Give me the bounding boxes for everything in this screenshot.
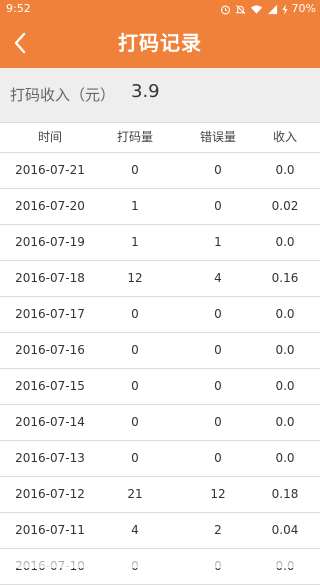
wifi-icon	[250, 5, 262, 14]
cell-date: 2016-07-13	[15, 451, 85, 465]
table-row: 2016-07-11 4 2 0.04	[0, 513, 320, 549]
cellular-signal-icon	[267, 4, 277, 14]
cell-errors: 2	[214, 523, 222, 537]
cell-income: 0.0	[275, 235, 295, 249]
cell-errors: 0	[214, 343, 222, 357]
page-title: 打码记录	[118, 31, 202, 55]
cell-errors: 0	[214, 379, 222, 393]
cell-errors: 0	[214, 199, 222, 213]
status-time: 9:52	[6, 2, 31, 15]
cell-income: 0.18	[271, 487, 299, 501]
cell-date: 2016-07-17	[15, 307, 85, 321]
cell-date: 2016-07-21	[15, 163, 85, 177]
table-row: 2016-07-21 0 0 0.0	[0, 153, 320, 189]
cell-date: 2016-07-11	[15, 523, 85, 537]
column-header-errors: 错误量	[199, 130, 236, 144]
income-summary: 打码收入（元） 3.9	[0, 68, 320, 123]
column-header-income: 收入	[272, 130, 297, 144]
status-bar: 9:52 70%	[0, 0, 320, 18]
status-icons: 70%	[220, 3, 316, 15]
cell-errors: 1	[214, 235, 222, 249]
cell-count: 21	[127, 487, 143, 501]
charging-icon	[282, 3, 288, 15]
cell-errors: 0	[214, 415, 222, 429]
cell-errors: 0	[214, 163, 222, 177]
cell-date: 2016-07-14	[15, 415, 85, 429]
cell-income: 0.0	[275, 307, 295, 321]
table-row: 2016-07-20 1 0 0.02	[0, 189, 320, 225]
table-row: 2016-07-12 21 12 0.18	[0, 477, 320, 513]
table-row: 2016-07-18 12 4 0.16	[0, 261, 320, 297]
cell-count: 0	[131, 415, 139, 429]
cell-income: 0.0	[275, 379, 295, 393]
cell-income: 0.02	[271, 199, 299, 213]
cell-count: 0	[131, 343, 139, 357]
mute-icon	[235, 4, 245, 14]
table-row: 2016-07-19 1 1 0.0	[0, 225, 320, 261]
cell-count: 0	[131, 307, 139, 321]
cell-date: 2016-07-19	[15, 235, 85, 249]
cell-count: 1	[131, 199, 139, 213]
cell-count: 4	[131, 523, 139, 537]
app-bar: 打码记录	[0, 18, 320, 68]
cell-errors: 4	[214, 271, 222, 285]
cell-income: 0.0	[275, 343, 295, 357]
cell-count: 0	[131, 163, 139, 177]
cell-income: 0.0	[275, 415, 295, 429]
cell-income: 0.04	[271, 523, 299, 537]
scroll-fade	[0, 548, 320, 568]
income-value: 3.9	[131, 81, 160, 102]
table-header: 时间 打码量 错误量 收入	[0, 122, 320, 153]
cell-errors: 12	[210, 487, 226, 501]
cell-count: 0	[131, 451, 139, 465]
cell-income: 0.0	[275, 163, 295, 177]
column-header-count: 打码量	[116, 130, 153, 144]
cell-date: 2016-07-20	[15, 199, 85, 213]
cell-date: 2016-07-15	[15, 379, 85, 393]
cell-date: 2016-07-12	[15, 487, 85, 501]
records-table: 时间 打码量 错误量 收入 2016-07-21 0 0 0.0 2016-07…	[0, 122, 320, 585]
cell-income: 0.0	[275, 451, 295, 465]
table-row: 2016-07-14 0 0 0.0	[0, 405, 320, 441]
table-row: 2016-07-16 0 0 0.0	[0, 333, 320, 369]
battery-percentage: 70%	[291, 2, 316, 15]
cell-errors: 0	[214, 307, 222, 321]
cell-income: 0.16	[271, 271, 299, 285]
column-header-date: 时间	[37, 130, 62, 144]
cell-date: 2016-07-18	[15, 271, 85, 285]
income-label: 打码收入（元）	[10, 86, 116, 104]
cell-date: 2016-07-16	[15, 343, 85, 357]
table-row: 2016-07-13 0 0 0.0	[0, 441, 320, 477]
cell-count: 1	[131, 235, 139, 249]
alarm-icon	[220, 4, 230, 14]
table-row: 2016-07-15 0 0 0.0	[0, 369, 320, 405]
cell-count: 12	[127, 271, 143, 285]
cell-errors: 0	[214, 451, 222, 465]
table-row: 2016-07-17 0 0 0.0	[0, 297, 320, 333]
cell-count: 0	[131, 379, 139, 393]
